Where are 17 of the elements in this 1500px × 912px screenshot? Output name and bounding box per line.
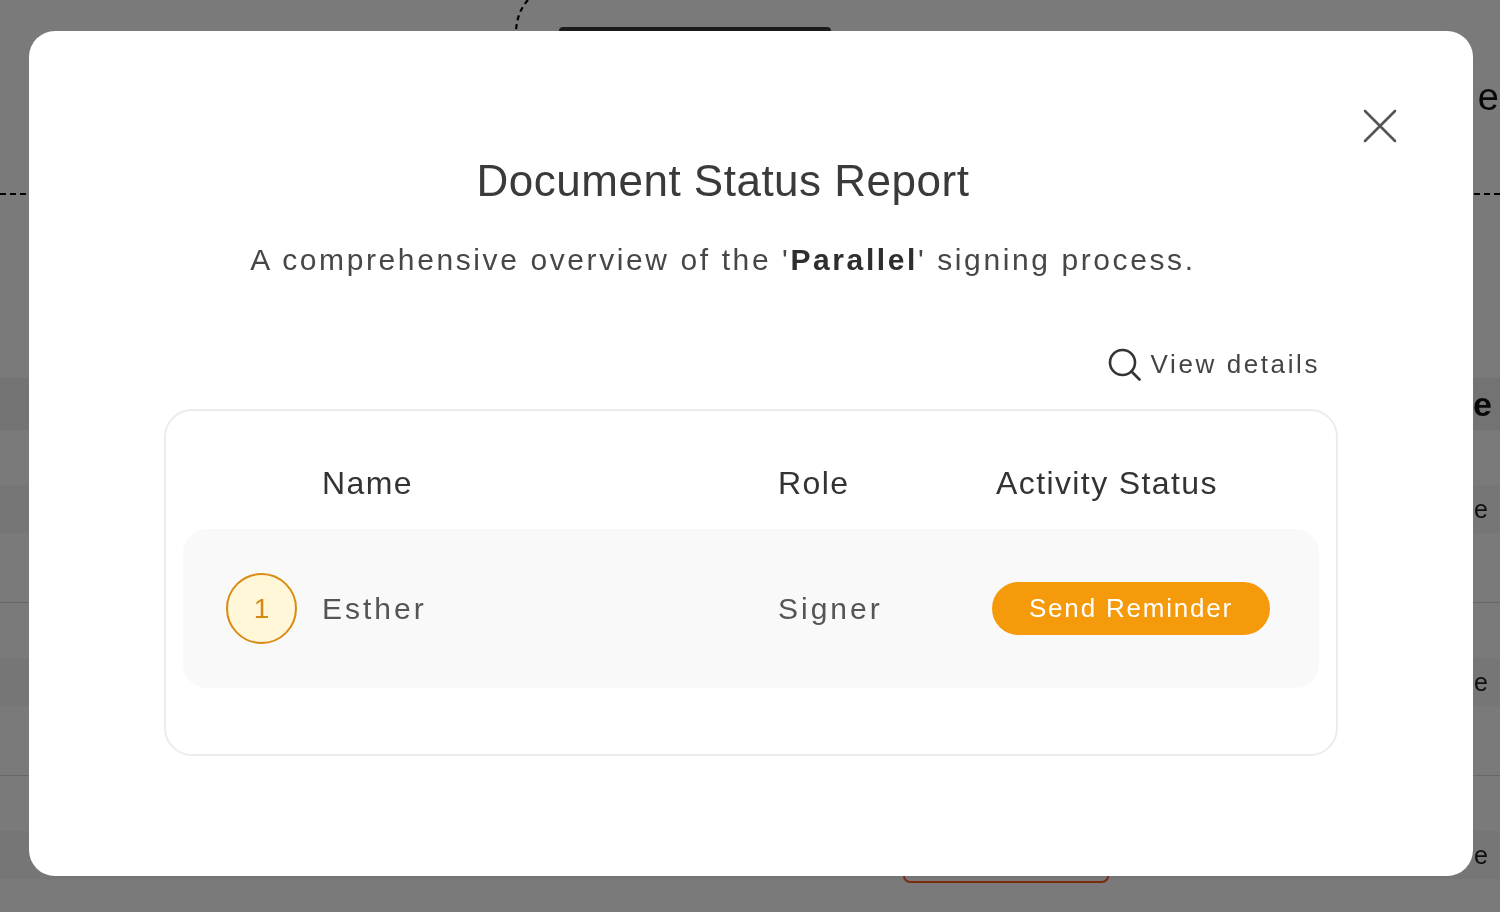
signer-number: 1: [226, 573, 297, 644]
view-details-link[interactable]: View details: [1107, 344, 1320, 384]
row-text: e: [1474, 667, 1488, 697]
section-title: e: [1473, 384, 1492, 424]
dialog-subtitle: A comprehensive overview of the 'Parallel' signing process.: [250, 242, 1196, 278]
signer-name: Esther: [322, 591, 427, 626]
dialog-title: Document Status Report: [476, 156, 970, 206]
column-header: Name: [322, 464, 413, 502]
row-text: e: [1474, 840, 1488, 870]
row-text: e: [1474, 494, 1488, 524]
search-icon: [1107, 347, 1141, 381]
close-button[interactable]: [1363, 109, 1397, 143]
column-header: Activity Status: [996, 464, 1218, 502]
heading-text: e: [1477, 75, 1499, 119]
close-icon: [1363, 109, 1397, 143]
signer-role: Signer: [778, 591, 883, 626]
column-header: Role: [778, 464, 850, 502]
